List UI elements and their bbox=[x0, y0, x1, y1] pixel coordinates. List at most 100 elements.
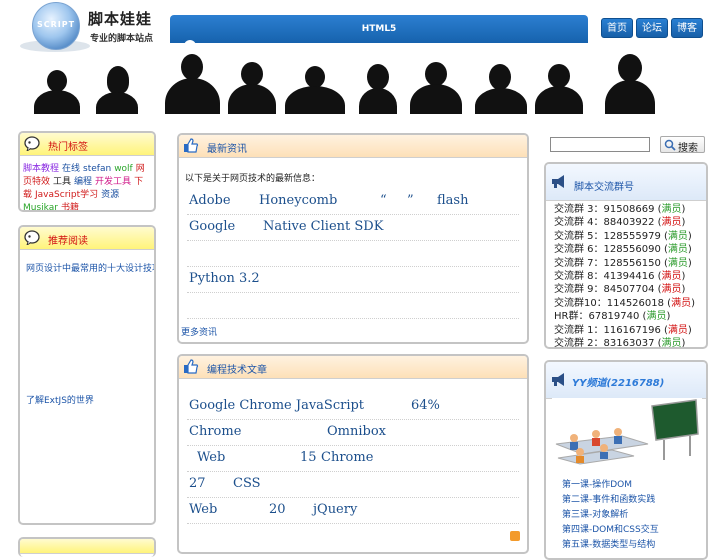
article-row-text: Chrome bbox=[321, 450, 374, 465]
tag-link[interactable]: wolf bbox=[114, 164, 133, 174]
news-row-text: Native Client SDK bbox=[263, 219, 384, 234]
articles-panel-header: 编程技术文章 bbox=[179, 356, 527, 379]
news-row-text: Honeycomb bbox=[259, 193, 338, 208]
nav-tab-notch bbox=[184, 40, 196, 46]
article-row[interactable]: 27 CSS bbox=[187, 472, 519, 498]
speech-bubble-icon bbox=[24, 136, 40, 151]
qq-group-status: 满员 bbox=[671, 297, 692, 309]
nav-title[interactable]: HTML5 bbox=[170, 24, 588, 34]
logo-text: 脚本娃娃 bbox=[88, 10, 153, 28]
qq-group-label: 交流群 2： bbox=[554, 338, 604, 349]
paren-close: ) bbox=[691, 297, 695, 309]
tag-link[interactable]: 资源 bbox=[101, 190, 119, 200]
paren-close: ) bbox=[681, 338, 686, 349]
tag-link[interactable]: 开发工具 bbox=[95, 177, 131, 187]
news-row-text: flash bbox=[437, 193, 469, 208]
news-more-link[interactable]: 更多资讯 bbox=[181, 325, 217, 338]
people-banner-image bbox=[20, 52, 660, 114]
news-panel-header: 最新资讯 bbox=[179, 135, 527, 158]
news-panel-title: 最新资讯 bbox=[207, 144, 247, 155]
news-row[interactable]: Google Native Client SDK bbox=[187, 215, 519, 241]
classroom-illustration bbox=[552, 398, 702, 468]
silhouette-person bbox=[605, 54, 655, 114]
article-row-text: 20 bbox=[269, 502, 286, 517]
recommend-link-1[interactable]: 网页设计中最常用的十大设计技巧 bbox=[26, 261, 154, 274]
silhouette-person bbox=[475, 64, 527, 114]
yy-panel-header: YY频道(2216788) bbox=[546, 362, 706, 399]
articles-panel-title: 编程技术文章 bbox=[207, 365, 267, 376]
news-row[interactable]: Adobe Honeycomb “ ” flash bbox=[187, 189, 519, 215]
left-panel-bottom-header bbox=[20, 539, 154, 554]
tags-panel: 热门标签 脚本教程 在线 stefan wolf 网页特效 工具 编程 开发工具 下载 JavaS… bbox=[18, 131, 156, 212]
news-row-text: “ bbox=[380, 193, 387, 208]
article-row[interactable]: Chrome Omnibox bbox=[187, 420, 519, 446]
silhouette-person bbox=[535, 64, 583, 114]
qq-group-status: 满员 bbox=[661, 338, 682, 349]
paren-open: ( bbox=[654, 338, 662, 349]
tags-panel-title: 热门标签 bbox=[48, 142, 88, 153]
tag-link[interactable]: 书籍 bbox=[61, 203, 79, 210]
tags-panel-header: 热门标签 bbox=[20, 133, 154, 156]
silhouette-person bbox=[357, 64, 399, 114]
silhouette-person bbox=[285, 66, 345, 114]
news-row[interactable]: Python 3.2 bbox=[187, 267, 519, 293]
article-row-text: Chrome bbox=[189, 424, 242, 439]
site-logo[interactable]: SCRIPT 脚本娃娃 专业的脚本站点 bbox=[20, 2, 162, 52]
news-row-text: ” bbox=[407, 193, 414, 208]
article-row[interactable]: Google Chrome JavaScript 64% bbox=[187, 394, 519, 420]
silhouette-person bbox=[92, 66, 142, 114]
thumbs-up-icon bbox=[184, 138, 199, 153]
news-row[interactable] bbox=[187, 241, 519, 267]
silhouette-person bbox=[165, 54, 220, 114]
yy-tutorial-link[interactable]: 第五课-数据类型与结构 bbox=[562, 537, 655, 550]
yy-tutorial-link[interactable]: 第三课-对象解析 bbox=[562, 507, 628, 520]
article-row-text: CSS bbox=[233, 476, 261, 491]
megaphone-icon bbox=[552, 175, 564, 188]
home-button[interactable]: 首页 bbox=[601, 18, 633, 38]
silhouette-person bbox=[228, 62, 276, 114]
article-row-text: 15 bbox=[300, 450, 317, 465]
speech-bubble-icon bbox=[24, 230, 40, 245]
article-row[interactable]: Web 20 jQuery bbox=[187, 498, 519, 524]
logo-slogan: 专业的脚本站点 bbox=[90, 34, 154, 44]
yy-tutorial-link[interactable]: 第一课-操作DOM bbox=[562, 477, 632, 490]
forum-button[interactable]: 论坛 bbox=[636, 18, 668, 38]
news-intro: 以下是关于网页技术的最新信息： bbox=[185, 174, 321, 184]
yy-tutorial-link[interactable]: 第二课-事件和函数实践 bbox=[562, 492, 655, 505]
tag-link[interactable]: 工具 bbox=[53, 177, 71, 187]
search-button[interactable]: 搜索 bbox=[660, 136, 705, 154]
search-input[interactable] bbox=[550, 137, 650, 152]
qq-panel-title: 脚本交流群号 bbox=[574, 182, 634, 193]
qq-group-item: 交流群 2：83163037 (满员) bbox=[554, 334, 686, 349]
tag-link[interactable]: 脚本教程 bbox=[23, 164, 59, 174]
thumbs-up-icon bbox=[184, 359, 199, 374]
megaphone-icon bbox=[552, 373, 564, 386]
news-panel: 最新资讯 以下是关于网页技术的最新信息： Adobe Honeycomb “ ”… bbox=[177, 133, 529, 344]
recommend-panel: 推荐阅读 网页设计中最常用的十大设计技巧 了解ExtJS的世界 bbox=[18, 225, 156, 525]
news-row-text: Adobe bbox=[189, 193, 231, 208]
tag-cloud: 脚本教程 在线 stefan wolf 网页特效 工具 编程 开发工具 下载 JavaScript… bbox=[23, 163, 150, 210]
article-row[interactable]: Web 15 Chrome bbox=[187, 446, 519, 472]
tag-link[interactable]: 编程 bbox=[74, 177, 92, 187]
recommend-link-2[interactable]: 了解ExtJS的世界 bbox=[26, 393, 94, 406]
articles-panel: 编程技术文章 Google Chrome JavaScript 64% Chro… bbox=[177, 354, 529, 554]
tag-link[interactable]: Musikar bbox=[23, 203, 58, 210]
search-icon bbox=[664, 139, 676, 151]
blog-button[interactable]: 博客 bbox=[671, 18, 703, 38]
tag-link[interactable]: JavaScript学习 bbox=[35, 190, 98, 200]
article-row-text: jQuery bbox=[313, 502, 358, 517]
paren-close: ) bbox=[687, 324, 692, 336]
rss-icon[interactable] bbox=[510, 531, 520, 541]
article-row-text: Google Chrome JavaScript bbox=[189, 398, 365, 413]
yy-tutorial-link[interactable]: 第四课-DOM和CSS交互 bbox=[562, 522, 659, 535]
recommend-panel-header: 推荐阅读 bbox=[20, 227, 154, 250]
search-button-label: 搜索 bbox=[678, 143, 698, 154]
qq-groups-panel: 脚本交流群号 交流群 3：91508669 (满员) 交流群 4：88403922… bbox=[544, 162, 708, 349]
tag-link[interactable]: stefan bbox=[83, 164, 111, 174]
nav-bar: HTML5 bbox=[170, 15, 588, 46]
article-row-text: Web bbox=[197, 450, 226, 465]
news-row[interactable] bbox=[187, 293, 519, 319]
tag-link[interactable]: 在线 bbox=[62, 164, 80, 174]
news-row-text: Python 3.2 bbox=[189, 271, 260, 286]
paren-close: ) bbox=[687, 257, 692, 269]
